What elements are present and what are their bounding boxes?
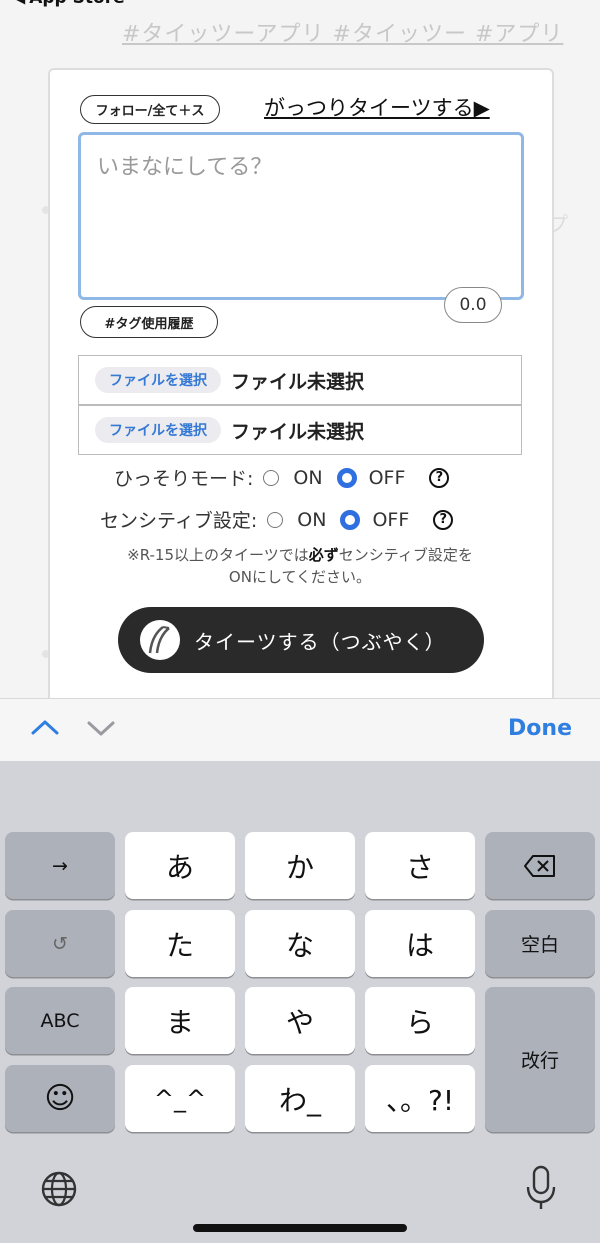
cursor-right-key[interactable]: → [5, 832, 115, 899]
char-counter: 0.0 [444, 287, 502, 323]
emoji-key[interactable]: ☺ [5, 1065, 115, 1132]
kana-key-wa[interactable]: わ_ [245, 1065, 355, 1132]
sensitive-on-label: ON [297, 508, 327, 531]
file-input-2: ファイルを選択 ファイル未選択 [78, 405, 522, 455]
stealth-mode-label: ひっそりモード: [114, 468, 254, 490]
note-text: ※R-15以上のタイーツでは [127, 546, 309, 564]
sensitive-on-radio[interactable] [267, 511, 284, 528]
submit-post-label: タイーツする（つぶやく） [194, 629, 446, 654]
kana-key-ma[interactable]: ま [125, 987, 235, 1054]
keyboard-accessory-bar: Done [0, 698, 600, 762]
sensitive-note: ※R-15以上のタイーツでは必ずセンシティブ設定を ONにしてください。 [70, 544, 530, 588]
follow-scope-button[interactable]: フォロー/全て＋ス [80, 95, 220, 124]
post-placeholder: いまなにしてる？ [97, 155, 273, 180]
note-emphasis: 必ず [308, 546, 339, 564]
compose-card: フォロー/全て＋ス がっつりタイーツする▶ いまなにしてる？ 0.0 #タグ使用… [48, 68, 554, 712]
background-hashtags[interactable]: #タイッツーアプリ #タイッツー #アプリ [122, 16, 563, 48]
note-text: センシティブ設定を [338, 546, 473, 564]
mic-icon[interactable] [524, 1165, 558, 1215]
back-label: App Store [29, 0, 124, 8]
app-logo-icon [140, 620, 180, 660]
stealth-on-radio[interactable] [263, 469, 280, 486]
choose-file-button[interactable]: ファイルを選択 [95, 417, 221, 443]
japanese-keyboard: → あ か さ ↺ た な は 空白 ABC ま や ら 改行 ☺ ^_^ わ_… [0, 761, 600, 1243]
kana-key-sa[interactable]: さ [365, 832, 475, 899]
undo-key[interactable]: ↺ [5, 910, 115, 977]
post-textarea[interactable]: いまなにしてる？ [78, 132, 524, 300]
kana-key-na[interactable]: な [245, 910, 355, 977]
next-field-chevron-icon[interactable] [86, 719, 116, 743]
delete-key[interactable] [485, 832, 595, 899]
delete-icon [524, 854, 555, 877]
abc-mode-key[interactable]: ABC [5, 987, 115, 1054]
kana-key-ha[interactable]: は [365, 910, 475, 977]
file-status: ファイル未選択 [231, 420, 365, 443]
space-key[interactable]: 空白 [485, 910, 595, 977]
file-status: ファイル未選択 [231, 370, 365, 393]
sensitive-setting-row: センシティブ設定: ON OFF ? [100, 506, 454, 533]
kana-key-ya[interactable]: や [245, 987, 355, 1054]
background-header: ◀App Store #タイッツーアプリ #タイッツー #アプリ [0, 0, 600, 60]
home-indicator [193, 1224, 407, 1232]
choose-file-button[interactable]: ファイルを選択 [95, 367, 221, 393]
previous-field-chevron-icon[interactable] [30, 717, 60, 741]
stealth-on-label: ON [293, 466, 323, 489]
back-to-app-store[interactable]: ◀App Store [16, 0, 125, 8]
submit-post-button[interactable]: タイーツする（つぶやく） [118, 607, 484, 673]
note-text: ONにしてください。 [228, 568, 372, 586]
kana-key-ka[interactable]: か [245, 832, 355, 899]
full-post-link[interactable]: がっつりタイーツする▶ [264, 92, 490, 122]
tag-history-button[interactable]: #タグ使用履歴 [80, 306, 218, 338]
sensitive-off-radio[interactable] [340, 509, 361, 530]
kana-key-ta[interactable]: た [125, 910, 235, 977]
stealth-off-label: OFF [368, 466, 406, 489]
stealth-mode-row: ひっそりモード: ON OFF ? [114, 464, 450, 491]
file-input-1: ファイルを選択 ファイル未選択 [78, 355, 522, 405]
punctuation-key[interactable]: 、。?! [365, 1065, 475, 1132]
globe-icon[interactable] [40, 1170, 78, 1212]
return-key[interactable]: 改行 [485, 987, 595, 1132]
kana-key-a[interactable]: あ [125, 832, 235, 899]
done-button[interactable]: Done [508, 716, 572, 741]
kana-key-ra[interactable]: ら [365, 987, 475, 1054]
sensitive-setting-label: センシティブ設定: [100, 510, 258, 532]
emoticon-key[interactable]: ^_^ [125, 1065, 235, 1132]
stealth-off-radio[interactable] [336, 467, 357, 488]
stealth-help-icon[interactable]: ? [429, 467, 450, 488]
sensitive-help-icon[interactable]: ? [433, 509, 454, 530]
sensitive-off-label: OFF [372, 508, 410, 531]
